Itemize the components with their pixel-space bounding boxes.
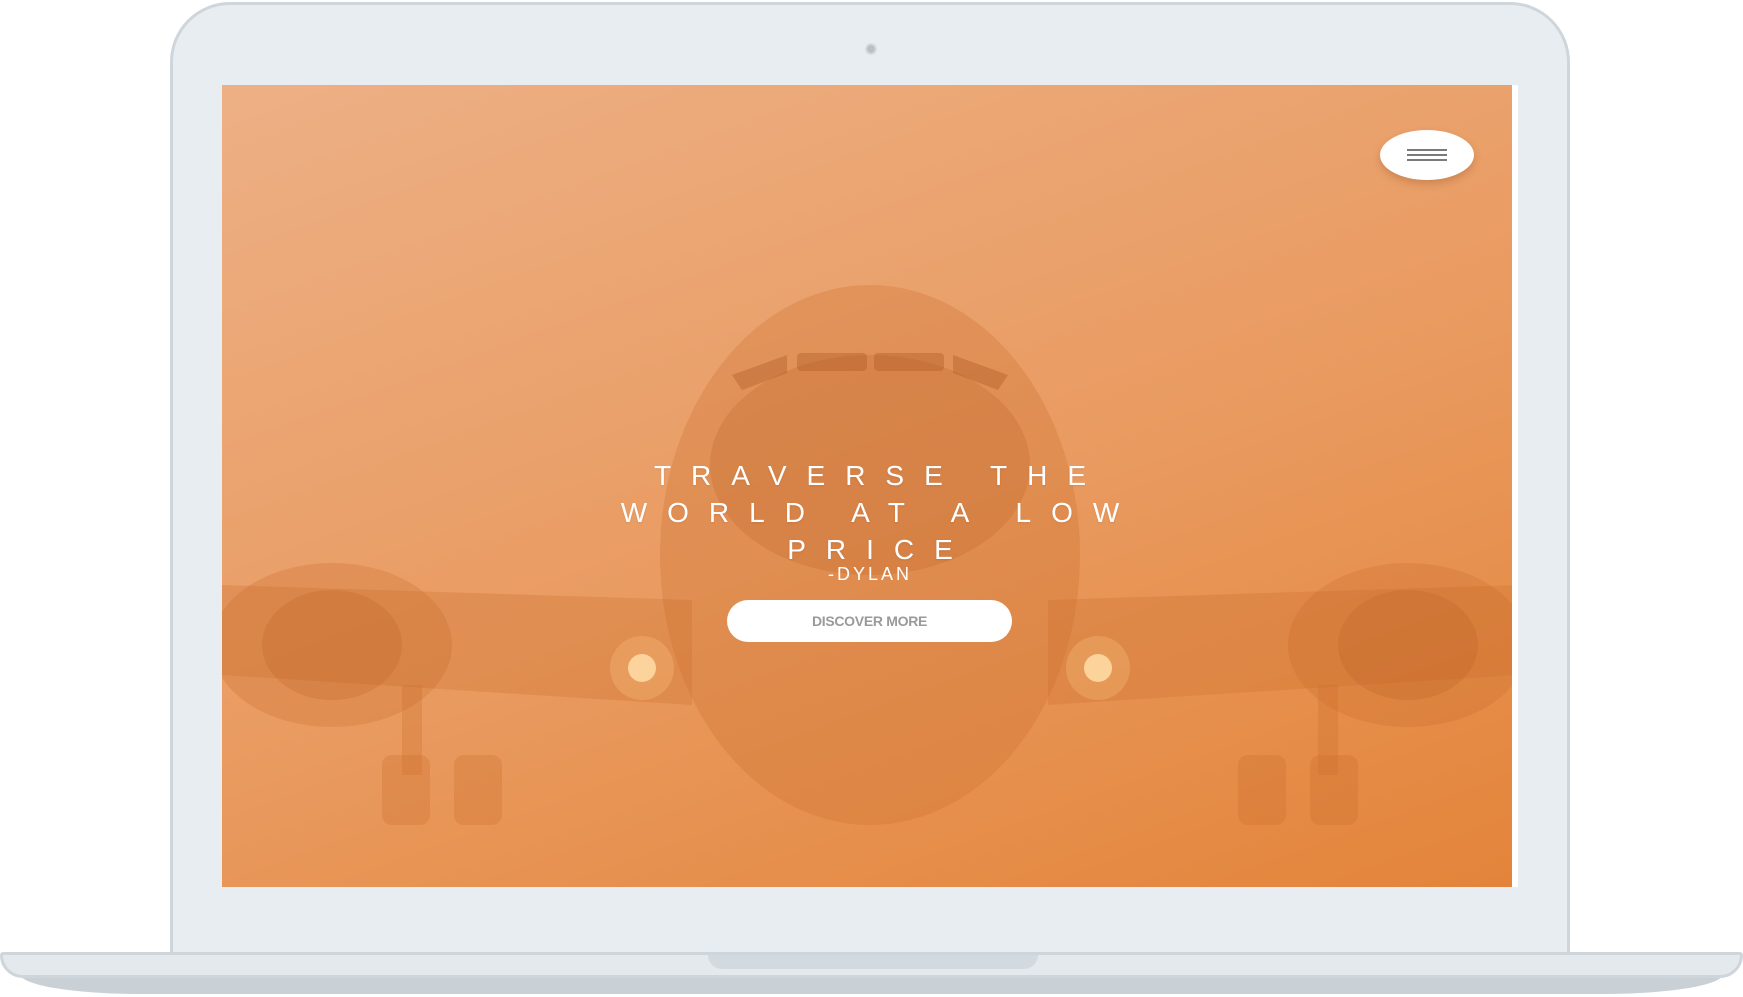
website-screen: TRAVERSE THE WORLD AT A LOW PRICE -DYLAN… [222, 85, 1518, 887]
webcam-icon [865, 43, 877, 55]
hamburger-menu-icon [1407, 149, 1447, 161]
laptop-mockup: TRAVERSE THE WORLD AT A LOW PRICE -DYLAN… [0, 0, 1743, 997]
hero-author: -DYLAN [827, 564, 912, 584]
menu-button[interactable] [1380, 130, 1474, 180]
discover-more-button[interactable]: DISCOVER MORE [727, 600, 1012, 642]
laptop-notch [708, 955, 1038, 969]
hero-title: TRAVERSE THE WORLD AT A LOW PRICE [620, 460, 1140, 565]
hero-section: TRAVERSE THE WORLD AT A LOW PRICE -DYLAN [470, 457, 1270, 585]
